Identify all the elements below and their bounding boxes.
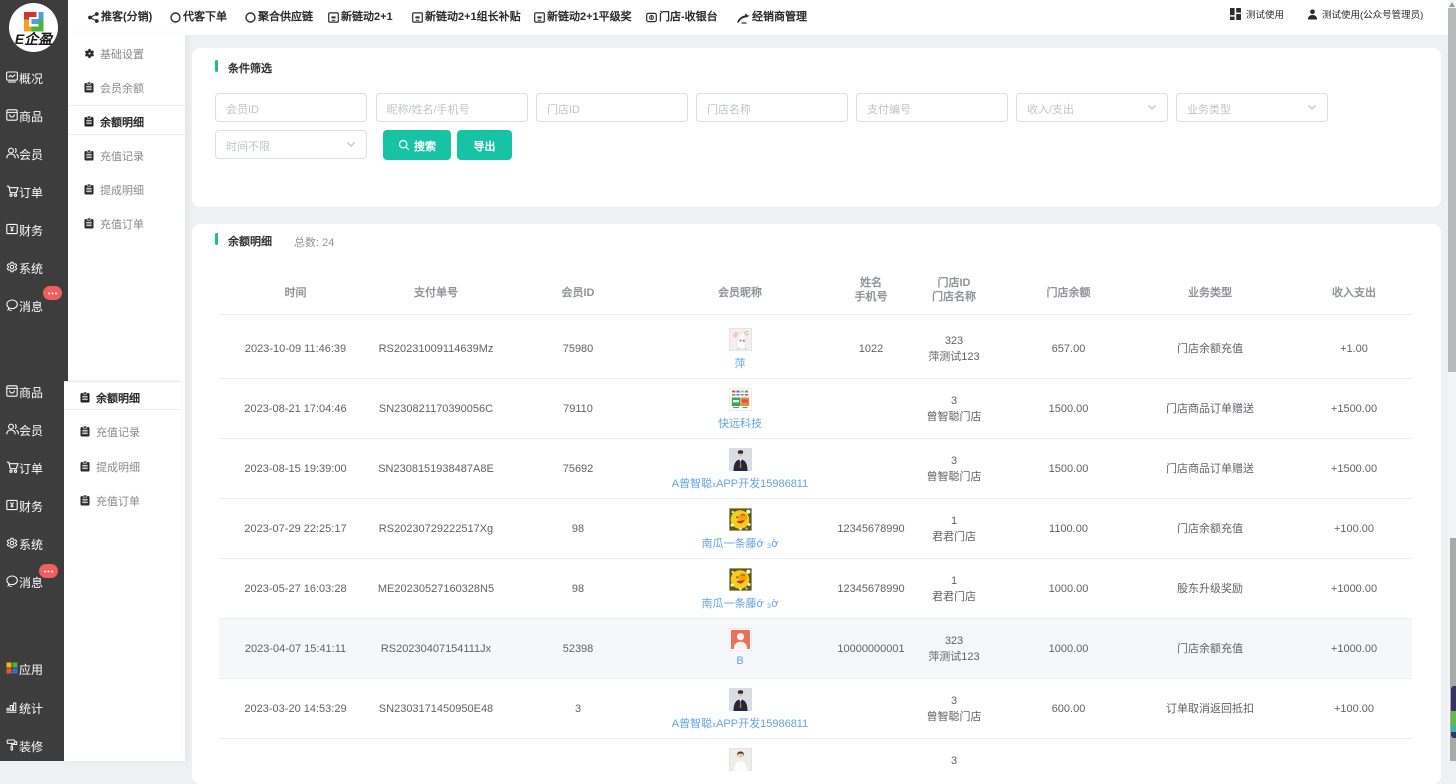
svg-text:E企盈: E企盈: [15, 31, 54, 47]
